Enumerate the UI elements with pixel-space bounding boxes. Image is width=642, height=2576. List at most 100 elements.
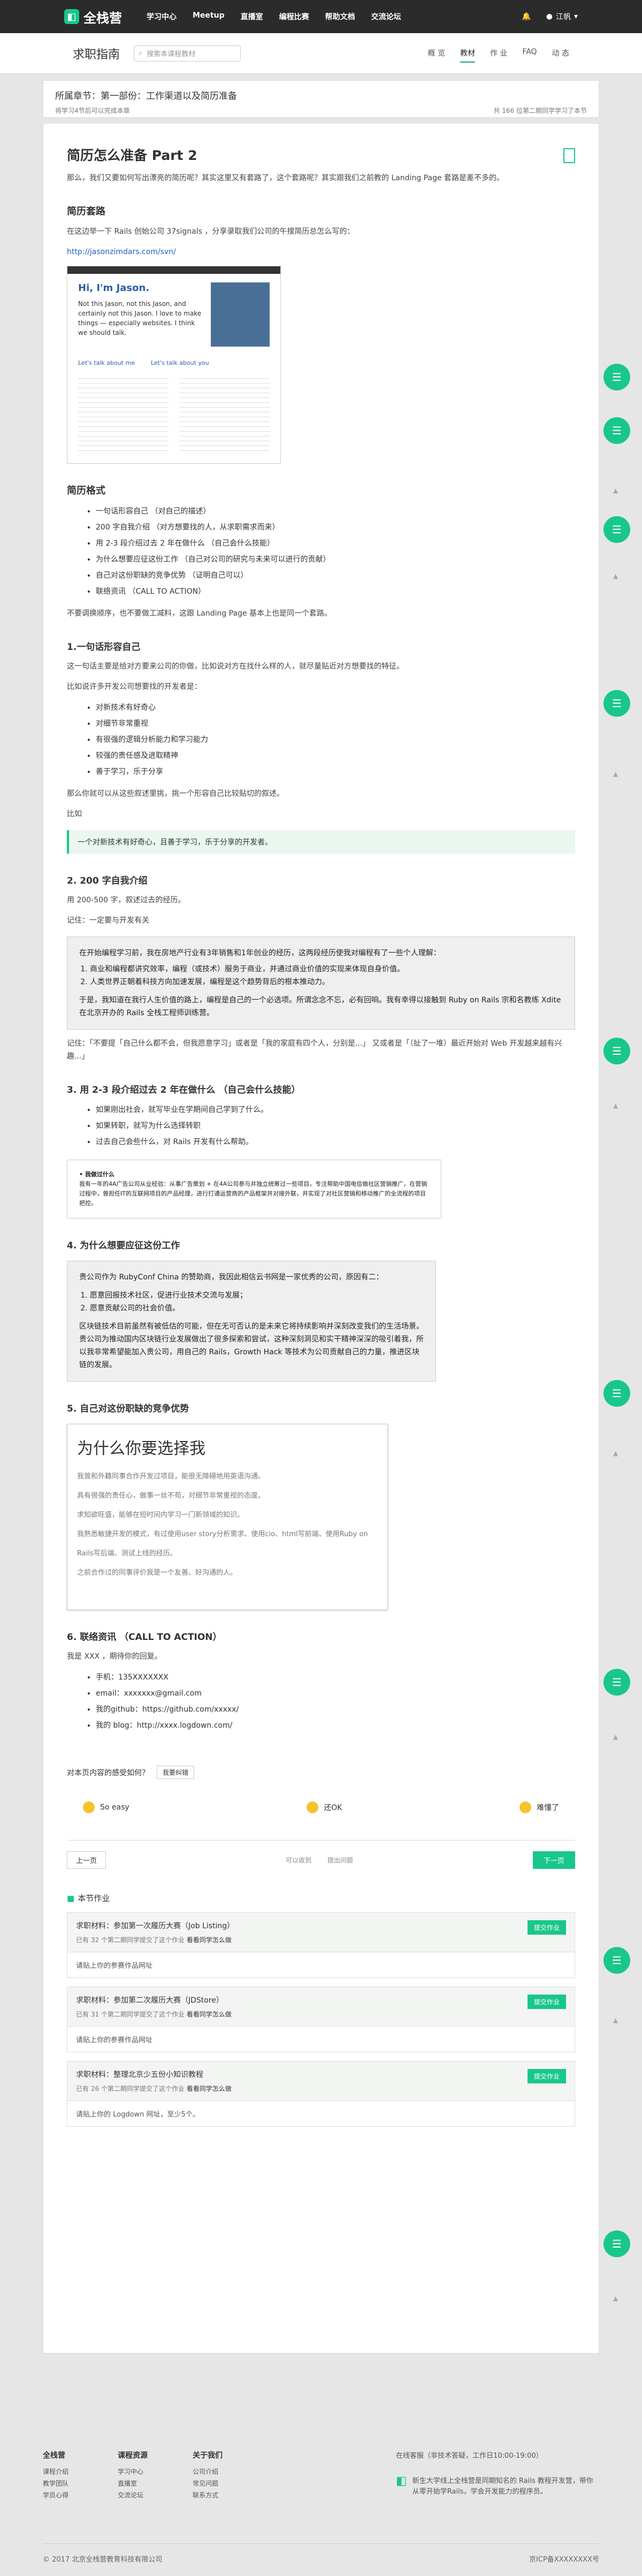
brand-logo[interactable]: ◧ 全栈营: [64, 7, 122, 26]
homework-name: 求职材料：参加第二次履历大赛（JDStore）: [76, 1996, 224, 2005]
footer-link[interactable]: 课程介绍: [43, 2466, 118, 2478]
top-navbar: ◧ 全栈营 学习中心 Meetup 直播室 编程比赛 帮助文档 交流论坛 🔔 ●…: [0, 0, 642, 33]
list-item: 对新技术有好奇心: [96, 700, 575, 716]
homework-title: ■ 本节作业: [67, 1892, 575, 1904]
nav-item-help[interactable]: 帮助文档: [325, 11, 355, 22]
course-search[interactable]: ⌕ 搜索本课程教材: [134, 45, 241, 62]
paragraph: 记住：「不要提「自己什么都不会，但我愿意学习」或者是「我的家庭有四个人，分别是.…: [67, 1039, 562, 1061]
tab-activity[interactable]: 动 态: [552, 44, 569, 63]
list-item: 为什么想要应征这份工作 （自己对公司的研究与未来可以进行的贡献）: [96, 551, 575, 568]
ask-question-link[interactable]: 提出问题: [327, 1856, 353, 1865]
chat-widget-icon[interactable]: ☰: [603, 1669, 630, 1696]
paragraph: 那么你就可以从这些叙述里挑，挑一个形容自己比较贴切的叙述。: [67, 789, 284, 798]
submit-homework-button[interactable]: 提交作业: [527, 1920, 566, 1935]
chat-widget-icon[interactable]: ☰: [603, 1380, 630, 1407]
pager: 上一页 可以收到 提出问题 下一页: [67, 1840, 575, 1869]
scroll-up-icon[interactable]: ▲: [613, 2295, 621, 2302]
img-body: Not this Jason, not this Jason, and cert…: [78, 300, 202, 336]
paragraph: 这一句话主要是给对方要来公司的你做，比如说对方在找什么样的人，就尽量贴近对方想要…: [67, 662, 404, 671]
scroll-up-icon[interactable]: ▲: [613, 1733, 621, 1741]
chat-widget-icon[interactable]: ☰: [603, 1947, 630, 1974]
nav-item-contest[interactable]: 编程比赛: [279, 11, 309, 22]
experience-box: • 我做过什么 我有一年的4A广告公司从业经验：从事广告策划 + 在4A公司参与…: [67, 1160, 441, 1218]
prev-page-button[interactable]: 上一页: [67, 1851, 106, 1869]
footer-logo-icon: ◧: [396, 2474, 407, 2488]
scroll-up-icon[interactable]: ▲: [613, 572, 621, 580]
chat-widget-icon[interactable]: ☰: [603, 2230, 630, 2257]
chat-widget-icon[interactable]: ☰: [603, 364, 630, 390]
list-item[interactable]: 我的 blog：http://xxxx.logdown.com/: [96, 1718, 575, 1734]
search-input[interactable]: 搜索本课程教材: [147, 48, 195, 58]
scroll-up-icon[interactable]: ▲: [613, 770, 621, 778]
paragraph: 记住：一定要与开发有关: [67, 916, 149, 925]
tab-textbook[interactable]: 教材: [460, 44, 475, 63]
why-title: 为什么你要选择我: [77, 1439, 205, 1458]
submit-homework-button[interactable]: 提交作业: [527, 2069, 566, 2083]
homework-heading: 本节作业: [78, 1893, 110, 1903]
paragraph: 在这边举一下 Rails 创始公司 37signals ，分享录取我们公司的午搜…: [67, 227, 355, 236]
bookmark-icon[interactable]: [563, 148, 575, 163]
list-item: 愿意回报技术社区，促进行业技术交流与发展；: [90, 1289, 424, 1302]
chat-widget-icon[interactable]: ☰: [603, 516, 630, 543]
section-heading: 5. 自己对这份职缺的竞争优势: [67, 1404, 189, 1414]
footer-link[interactable]: 直播室: [118, 2478, 193, 2489]
user-menu[interactable]: ● 江帆 ▾: [546, 11, 578, 22]
view-others-link[interactable]: 看看同学怎么做: [187, 2085, 232, 2092]
section-heading: 6. 联络资讯 （CALL TO ACTION）: [67, 1632, 222, 1643]
example-resume-image: Hi, I'm Jason. Not this Jason, not this …: [67, 266, 281, 464]
nav-item-forum[interactable]: 交流论坛: [371, 11, 401, 22]
footer-link[interactable]: 交流论坛: [118, 2489, 193, 2501]
footer-link[interactable]: 常见问题: [193, 2478, 268, 2489]
paragraph: 我是 XXX ，期待你的回复。: [67, 1652, 162, 1661]
footer-link[interactable]: 教学团队: [43, 2478, 118, 2489]
paragraph: 用 200-500 字，叙述过去的经历。: [67, 896, 186, 904]
footer-col-title: 关于我们: [193, 2451, 223, 2460]
feedback-option-hard[interactable]: 难懂了: [519, 1801, 559, 1813]
search-icon: ⌕: [139, 49, 143, 57]
chat-widget-icon[interactable]: ☰: [603, 417, 630, 444]
view-others-link[interactable]: 看看同学怎么做: [187, 1936, 232, 1944]
option-label: So easy: [100, 1803, 129, 1812]
list-item: 人类世界正朝着科技方向加速发展，编程是这个趋势背后的根本推动力。: [90, 976, 563, 988]
list-item: 200 字自我介绍 （对方想要找的人，从求职需求而来）: [96, 519, 575, 535]
nav-item-meetup[interactable]: Meetup: [193, 11, 225, 22]
footer-col-title: 全栈营: [43, 2451, 65, 2460]
box-title: • 我做过什么: [79, 1171, 114, 1178]
brand-name: 全栈营: [83, 10, 122, 26]
user-avatar: ●: [546, 12, 553, 21]
footer-link[interactable]: 公司介绍: [193, 2466, 268, 2478]
scroll-up-icon[interactable]: ▲: [613, 1450, 621, 1457]
chat-widget-icon[interactable]: ☰: [603, 1038, 630, 1064]
tab-faq[interactable]: FAQ: [522, 44, 537, 63]
homework-card: 求职材料：整理北京少五份小知识教程 已有 26 个第二期同学提交了这个作业 看看…: [67, 2061, 575, 2127]
received-link[interactable]: 可以收到: [286, 1856, 311, 1865]
chapter-progress: 共 166 位第二期同学学习了本节: [493, 107, 587, 114]
chat-widget-icon[interactable]: ☰: [603, 690, 630, 717]
scroll-up-icon[interactable]: ▲: [613, 487, 621, 494]
tab-overview[interactable]: 概 览: [428, 44, 445, 63]
contact-list: 手机：135XXXXXXX email：xxxxxxx@gmail.com 我的…: [96, 1669, 575, 1734]
list-item[interactable]: email：xxxxxxx@gmail.com: [96, 1685, 575, 1701]
scroll-up-icon[interactable]: ▲: [613, 1102, 621, 1109]
feedback-option-easy[interactable]: So easy: [83, 1801, 129, 1813]
nav-item-live[interactable]: 直播室: [241, 11, 263, 22]
list-item[interactable]: 我的github：https://github.com/xxxxx/: [96, 1701, 575, 1718]
feedback-option-ok[interactable]: 还OK: [307, 1801, 342, 1813]
view-others-link[interactable]: 看看同学怎么做: [187, 2011, 232, 2018]
footer-col-title: 课程资源: [118, 2451, 148, 2460]
list-item: 我熟悉敏捷开发的模式，有过使用user story分析需求、使用cio、html…: [77, 1530, 368, 1558]
homework-name: 求职材料：参加第一次履历大赛（Job Listing）: [76, 1922, 235, 1930]
scroll-up-icon[interactable]: ▲: [613, 2017, 621, 2024]
submit-homework-button[interactable]: 提交作业: [527, 1995, 566, 2009]
feedback-question: 对本页内容的感受如何？: [67, 1768, 149, 1777]
next-page-button[interactable]: 下一页: [532, 1851, 575, 1869]
footer-link[interactable]: 学习中心: [118, 2466, 193, 2478]
nav-item-learn[interactable]: 学习中心: [147, 11, 177, 22]
tab-homework[interactable]: 作 业: [490, 44, 507, 63]
user-name: 江帆: [555, 13, 571, 21]
bell-icon[interactable]: 🔔: [522, 12, 531, 21]
footer-link[interactable]: 学员心得: [43, 2489, 118, 2501]
footer-link[interactable]: 联系方式: [193, 2489, 268, 2501]
report-error-button[interactable]: 我要纠错: [157, 1766, 195, 1779]
example-link[interactable]: http://jasonzimdars.com/svn/: [67, 248, 176, 256]
